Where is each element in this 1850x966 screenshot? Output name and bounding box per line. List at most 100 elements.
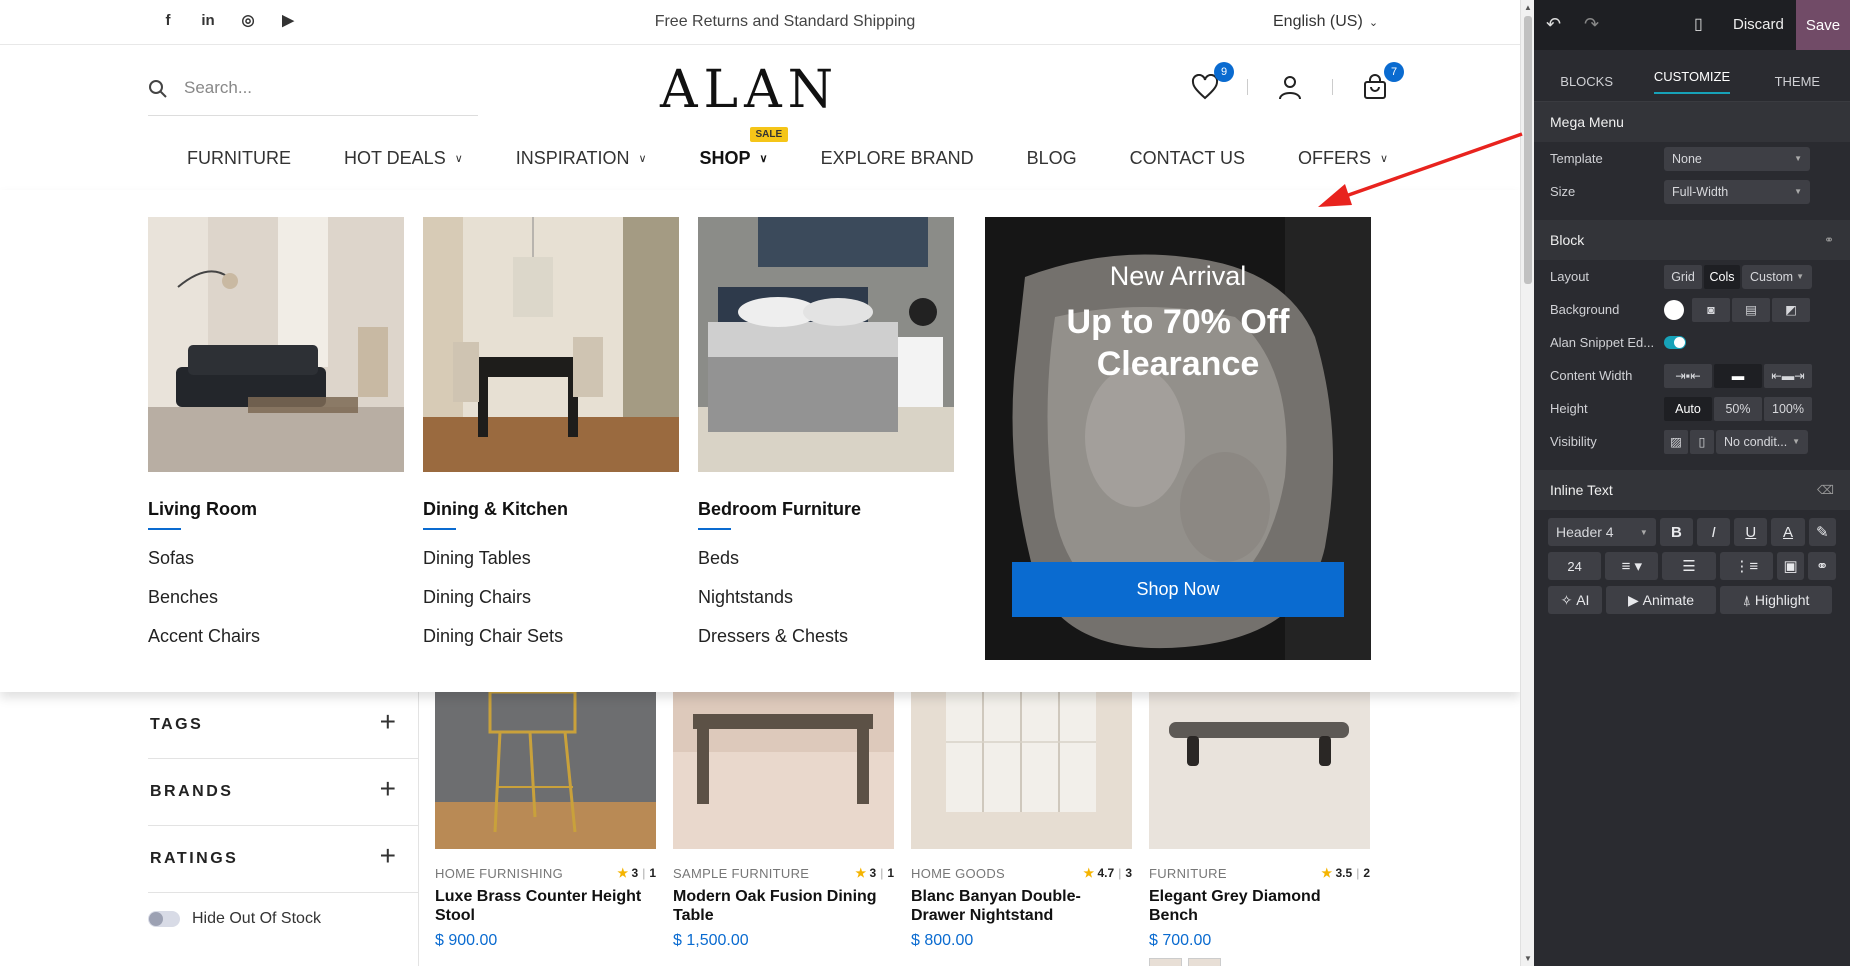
variant-swatch[interactable] [1188, 958, 1221, 966]
eraser-icon[interactable]: ⌫ [1817, 483, 1834, 497]
video-icon[interactable]: ▤ [1732, 297, 1770, 322]
product-name[interactable]: Blanc Banyan Double-Drawer Nightstand [911, 887, 1132, 925]
background-color-swatch[interactable] [1664, 299, 1684, 320]
product-image[interactable] [673, 692, 894, 849]
scrollbar-thumb[interactable] [1524, 16, 1532, 284]
product-image[interactable] [435, 690, 656, 849]
align-icon[interactable]: ≡ ▾ [1605, 552, 1659, 580]
site-logo[interactable]: ALAN [660, 60, 839, 120]
image-icon[interactable]: ▣ [1776, 552, 1805, 580]
mega-link-dining-chairs[interactable]: Dining Chairs [423, 587, 679, 608]
snippet-toggle[interactable] [1664, 336, 1686, 349]
mega-link-accent-chairs[interactable]: Accent Chairs [148, 626, 404, 647]
search-bar[interactable]: Search... [148, 76, 478, 116]
product-category[interactable]: FURNITURE [1149, 866, 1227, 881]
toggle-switch[interactable] [148, 911, 180, 927]
wishlist-button[interactable]: 9 [1190, 62, 1234, 102]
filter-group-tags[interactable]: TAGS + [148, 692, 418, 759]
bullet-list-icon[interactable]: ☰ [1662, 552, 1716, 580]
mega-link-dining-tables[interactable]: Dining Tables [423, 548, 679, 569]
hide-out-of-stock-toggle[interactable]: Hide Out Of Stock [148, 910, 321, 928]
mega-link-benches[interactable]: Benches [148, 587, 404, 608]
tab-customize[interactable]: CUSTOMIZE [1639, 57, 1744, 94]
mega-column-title[interactable]: Bedroom Furniture [698, 499, 954, 520]
filter-group-brands[interactable]: BRANDS + [148, 759, 418, 826]
cart-button[interactable]: 7 [1360, 62, 1404, 102]
mega-link-dressers-chests[interactable]: Dressers & Chests [698, 626, 954, 647]
language-selector[interactable]: English (US) ⌄ [1273, 13, 1378, 31]
nav-item-inspiration[interactable]: INSPIRATION ∨ [516, 148, 647, 169]
product-card[interactable]: HOME FURNISHING ★ 3 | 1 Luxe Brass Counter … [435, 690, 656, 950]
shape-icon[interactable]: ◩ [1772, 297, 1810, 322]
undo-icon[interactable]: ↶ [1546, 14, 1561, 35]
hide-mobile-icon[interactable]: ▯ [1690, 429, 1714, 454]
bold-icon[interactable]: B [1659, 518, 1694, 546]
layout-grid-button[interactable]: Grid [1664, 264, 1702, 289]
product-name[interactable]: Elegant Grey Diamond Bench [1149, 887, 1370, 925]
height-auto-button[interactable]: Auto [1664, 396, 1712, 421]
dining-room-image[interactable] [423, 217, 679, 472]
size-select[interactable]: Full-Width ▼ [1664, 179, 1810, 204]
promo-banner[interactable]: New Arrival Up to 70% Off Clearance Shop… [985, 217, 1371, 660]
scroll-up-icon[interactable]: ▲ [1524, 3, 1532, 12]
text-style-select[interactable]: Header 4 ▼ [1548, 518, 1656, 546]
link-icon[interactable]: ⚭ [1808, 552, 1836, 580]
variant-swatch[interactable] [1149, 958, 1182, 966]
nav-item-offers[interactable]: OFFERS ∨ [1298, 148, 1388, 169]
redo-icon[interactable]: ↷ [1584, 14, 1599, 35]
living-room-image[interactable] [148, 217, 404, 472]
mega-link-nightstands[interactable]: Nightstands [698, 587, 954, 608]
product-category[interactable]: SAMPLE FURNITURE [673, 866, 809, 881]
underline-icon[interactable]: U [1734, 518, 1768, 546]
link-icon[interactable]: ⚭ [1824, 233, 1834, 247]
product-category[interactable]: HOME GOODS [911, 866, 1005, 881]
product-image[interactable] [911, 692, 1132, 849]
filter-group-ratings[interactable]: RATINGS + [148, 826, 418, 893]
discard-button[interactable]: Discard [1733, 16, 1784, 33]
nav-item-shop[interactable]: SALE SHOP ∨ [700, 127, 789, 169]
plus-icon[interactable]: + [380, 840, 396, 872]
layout-cols-button[interactable]: Cols [1704, 264, 1740, 289]
brush-icon[interactable]: ✎ [1808, 518, 1836, 546]
hide-desktop-icon[interactable]: ▨ [1664, 429, 1688, 454]
save-button[interactable]: Save [1796, 0, 1850, 50]
tab-theme[interactable]: THEME [1745, 62, 1850, 89]
width-regular-icon[interactable]: ▬ [1714, 363, 1762, 388]
ai-button[interactable]: ✧ AI [1548, 586, 1602, 614]
height-50-button[interactable]: 50% [1714, 396, 1762, 421]
camera-icon[interactable]: ◙ [1692, 297, 1730, 322]
tab-blocks[interactable]: BLOCKS [1534, 62, 1639, 89]
nav-item-hot-deals[interactable]: HOT DEALS ∨ [344, 148, 463, 169]
mega-column-title[interactable]: Dining & Kitchen [423, 499, 679, 520]
template-select[interactable]: None ▼ [1664, 146, 1810, 171]
font-color-icon[interactable]: A [1771, 518, 1805, 546]
product-name[interactable]: Modern Oak Fusion Dining Table [673, 887, 894, 925]
account-button[interactable] [1275, 72, 1305, 102]
nav-item-explore-brand[interactable]: EXPLORE BRAND [821, 148, 974, 169]
width-small-icon[interactable]: ⇥▪⇤ [1664, 363, 1712, 388]
product-card[interactable]: HOME GOODS ★ 4.7 | 3 Blanc Banyan Double-Dr… [911, 692, 1132, 950]
height-100-button[interactable]: 100% [1764, 396, 1812, 421]
plus-icon[interactable]: + [380, 706, 396, 738]
product-card[interactable]: FURNITURE ★ 3.5 | 2 Elegant Grey Diamond Be… [1149, 692, 1370, 966]
product-category[interactable]: HOME FURNISHING [435, 866, 563, 881]
italic-icon[interactable]: I [1697, 518, 1731, 546]
shop-now-button[interactable]: Shop Now [1012, 562, 1344, 617]
page-scrollbar[interactable]: ▲ ▼ [1520, 0, 1534, 966]
highlight-button[interactable]: ⍋ Highlight [1720, 586, 1832, 614]
mega-link-dining-chair-sets[interactable]: Dining Chair Sets [423, 626, 679, 647]
product-name[interactable]: Luxe Brass Counter Height Stool [435, 887, 656, 925]
nav-item-contact-us[interactable]: CONTACT US [1130, 148, 1245, 169]
visibility-select[interactable]: No condit... ▼ [1716, 429, 1808, 454]
mega-link-beds[interactable]: Beds [698, 548, 954, 569]
search-input[interactable]: Search... [184, 78, 252, 98]
numbered-list-icon[interactable]: ⋮≡ [1719, 552, 1773, 580]
nav-item-blog[interactable]: BLOG [1027, 148, 1077, 169]
animate-button[interactable]: ▶ Animate [1606, 586, 1716, 614]
font-size-input[interactable]: 24 [1548, 552, 1602, 580]
product-card[interactable]: SAMPLE FURNITURE ★ 3 | 1 Modern Oak Fusion … [673, 692, 894, 950]
width-full-icon[interactable]: ⇤▬⇥ [1764, 363, 1812, 388]
nav-item-furniture[interactable]: FURNITURE [187, 148, 291, 169]
layout-custom-select[interactable]: Custom ▼ [1742, 264, 1812, 289]
bedroom-image[interactable] [698, 217, 954, 472]
